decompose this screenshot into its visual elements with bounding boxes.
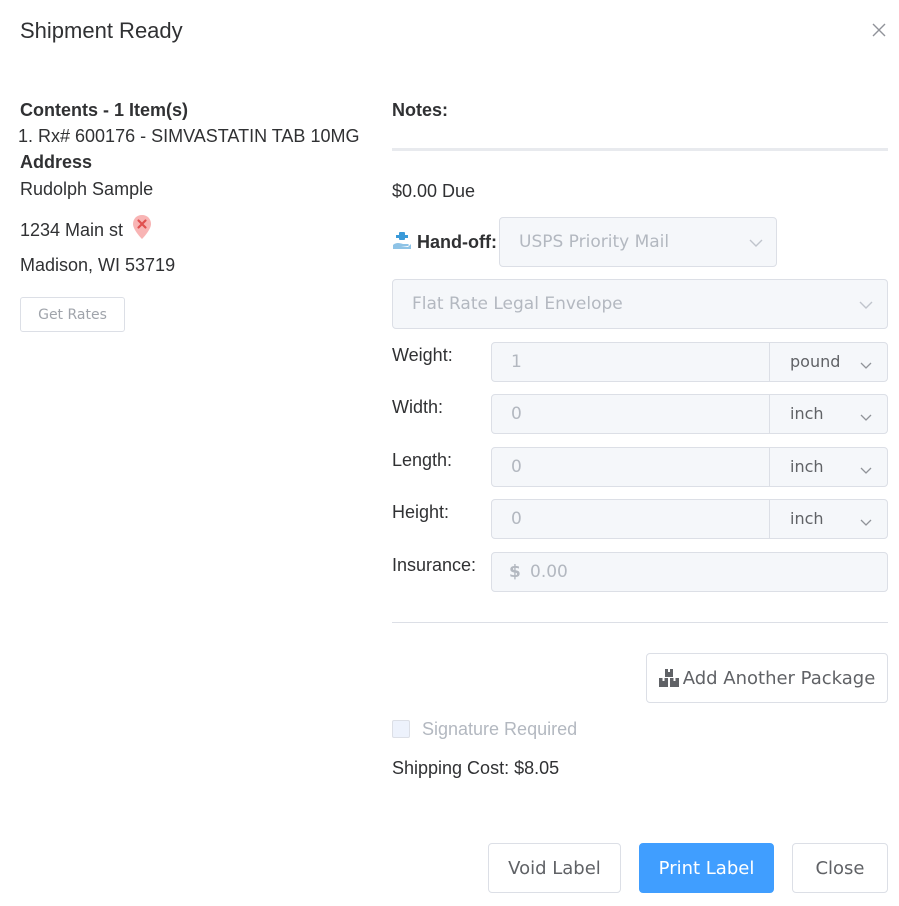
weight-field[interactable]: 1 pound bbox=[491, 342, 888, 382]
boxes-icon bbox=[658, 669, 679, 687]
chevron-down-icon bbox=[860, 519, 872, 526]
height-field[interactable]: 0 inch bbox=[491, 499, 888, 539]
notes-label: Notes: bbox=[392, 100, 449, 120]
insurance-field[interactable]: $ 0.00 bbox=[491, 552, 888, 592]
map-pin-x-icon bbox=[132, 214, 152, 240]
weight-label: Weight: bbox=[392, 345, 453, 365]
print-label-button[interactable]: Print Label bbox=[639, 843, 774, 893]
contents-heading: Contents - 1 Item(s) bbox=[20, 100, 189, 120]
insurance-label: Insurance: bbox=[392, 555, 477, 575]
section-divider bbox=[392, 622, 888, 623]
height-input[interactable]: 0 bbox=[511, 500, 522, 538]
contents-item: 1. Rx# 600176 - SIMVASTATIN TAB 10MG bbox=[18, 126, 360, 146]
hand-off-label: Hand-off: bbox=[417, 232, 497, 252]
shipping-cost: Shipping Cost: $8.05 bbox=[392, 758, 560, 778]
chevron-down-icon bbox=[749, 239, 763, 247]
close-button[interactable]: Close bbox=[792, 843, 888, 893]
width-label: Width: bbox=[392, 397, 444, 417]
street-address: 1234 Main st bbox=[20, 220, 124, 240]
width-unit-value: inch bbox=[790, 404, 824, 423]
width-unit-select[interactable]: inch bbox=[769, 395, 887, 433]
amount-due: $0.00 Due bbox=[392, 181, 476, 201]
length-label: Length: bbox=[392, 450, 453, 470]
height-unit-select[interactable]: inch bbox=[769, 500, 887, 538]
hand-off-icon bbox=[392, 231, 412, 251]
recipient-name: Rudolph Sample bbox=[20, 179, 154, 199]
hand-off-value: USPS Priority Mail bbox=[519, 232, 670, 252]
signature-label[interactable]: Signature Required bbox=[422, 719, 577, 740]
insurance-input[interactable]: 0.00 bbox=[530, 553, 568, 591]
chevron-down-icon bbox=[860, 414, 872, 421]
width-field[interactable]: 0 inch bbox=[491, 394, 888, 434]
weight-input[interactable]: 1 bbox=[511, 343, 522, 381]
package-type-value: Flat Rate Legal Envelope bbox=[412, 294, 623, 314]
width-input[interactable]: 0 bbox=[511, 395, 522, 433]
chevron-down-icon bbox=[860, 467, 872, 474]
signature-checkbox[interactable] bbox=[392, 720, 410, 738]
dollar-icon: $ bbox=[509, 562, 521, 582]
height-unit-value: inch bbox=[790, 509, 824, 528]
chevron-down-icon bbox=[859, 301, 873, 309]
void-label-button[interactable]: Void Label bbox=[488, 843, 621, 893]
notes-divider bbox=[392, 148, 888, 151]
close-icon[interactable] bbox=[869, 20, 889, 40]
length-unit-value: inch bbox=[790, 457, 824, 476]
weight-unit-select[interactable]: pound bbox=[769, 343, 887, 381]
length-input[interactable]: 0 bbox=[511, 448, 522, 486]
length-field[interactable]: 0 inch bbox=[491, 447, 888, 487]
length-unit-select[interactable]: inch bbox=[769, 448, 887, 486]
chevron-down-icon bbox=[860, 362, 872, 369]
get-rates-button[interactable]: Get Rates bbox=[20, 297, 125, 332]
package-type-select[interactable]: Flat Rate Legal Envelope bbox=[392, 279, 888, 329]
add-package-button[interactable]: Add Another Package bbox=[646, 653, 888, 703]
modal-title: Shipment Ready bbox=[20, 18, 183, 43]
city-state-zip: Madison, WI 53719 bbox=[20, 255, 176, 275]
height-label: Height: bbox=[392, 502, 450, 522]
address-heading: Address bbox=[20, 152, 93, 172]
hand-off-select[interactable]: USPS Priority Mail bbox=[499, 217, 777, 267]
weight-unit-value: pound bbox=[790, 352, 841, 371]
add-package-label: Add Another Package bbox=[682, 667, 876, 689]
